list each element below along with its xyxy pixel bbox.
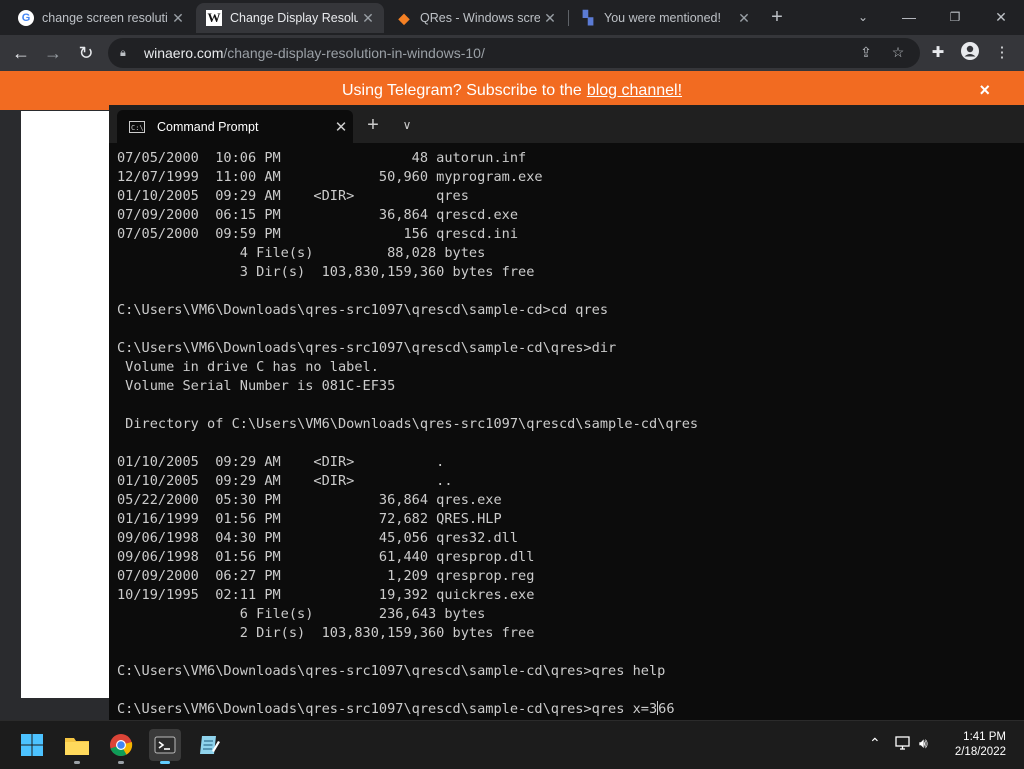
typed-command: C:\Users\VM6\Downloads\qres-src1097\qres… bbox=[117, 701, 658, 717]
chrome-icon[interactable] bbox=[105, 729, 137, 764]
close-tab-icon[interactable]: ✕ bbox=[734, 10, 754, 27]
terminal-line: 07/09/2000 06:15 PM 36,864 qrescd.exe bbox=[117, 207, 519, 223]
page-content bbox=[21, 111, 111, 698]
browser-tab-strip: G change screen resolution ✕ W Change Di… bbox=[0, 0, 1024, 35]
terminal-line: 07/09/2000 06:27 PM 1,209 qresprop.reg bbox=[117, 568, 535, 584]
browser-tab-mention[interactable]: ▚ You were mentioned! ✕ bbox=[570, 3, 760, 33]
browser-tab-google[interactable]: G change screen resolution ✕ bbox=[8, 3, 194, 33]
typed-command-tail: 66 bbox=[658, 701, 675, 717]
google-favicon-icon: G bbox=[18, 10, 34, 26]
terminal-tab[interactable]: C:\ Command Prompt ✕ bbox=[117, 110, 353, 143]
running-indicator bbox=[74, 761, 80, 764]
blog-channel-link[interactable]: blog channel! bbox=[587, 82, 682, 100]
network-icon[interactable] bbox=[895, 735, 913, 754]
menu-icon[interactable]: ⋮ bbox=[990, 41, 1014, 65]
terminal-line: 01/10/2005 09:29 AM <DIR> . bbox=[117, 454, 445, 470]
lock-icon[interactable]: 🔒︎ bbox=[120, 47, 134, 60]
tab-search-chevron-icon[interactable]: ⌄ bbox=[840, 4, 886, 30]
browser-tab-qres[interactable]: ◆ QRes - Windows screen ✕ bbox=[386, 3, 566, 33]
terminal-line: 12/07/1999 11:00 AM 50,960 myprogram.exe bbox=[117, 169, 543, 185]
restore-icon[interactable]: ❐ bbox=[932, 4, 978, 30]
terminal-line: Directory of C:\Users\VM6\Downloads\qres… bbox=[117, 416, 699, 432]
chevron-up-icon[interactable]: ⌃ bbox=[869, 735, 881, 752]
terminal-line: Volume Serial Number is 081C-EF35 bbox=[117, 378, 396, 394]
star-icon[interactable]: ☆ bbox=[887, 41, 909, 63]
winaero-favicon-icon: W bbox=[206, 10, 222, 26]
reload-icon[interactable]: ↻ bbox=[74, 41, 98, 65]
terminal-line: 01/16/1999 01:56 PM 72,682 QRES.HLP bbox=[117, 511, 502, 527]
tab-title: You were mentioned! bbox=[604, 11, 721, 25]
terminal-line: 07/05/2000 10:06 PM 48 autorun.inf bbox=[117, 150, 527, 166]
extensions-icon[interactable]: ✚ bbox=[926, 41, 950, 65]
terminal-line: C:\Users\VM6\Downloads\qres-src1097\qres… bbox=[117, 340, 617, 356]
forward-icon[interactable]: → bbox=[41, 41, 65, 65]
terminal-line: 05/22/2000 05:30 PM 36,864 qres.exe bbox=[117, 492, 502, 508]
browser-toolbar: ← → ↻ 🔒︎ winaero.com/change-display-reso… bbox=[0, 35, 1024, 71]
mention-favicon-icon: ▚ bbox=[583, 10, 593, 25]
url-host: winaero.com bbox=[144, 45, 224, 61]
terminal-line: 01/10/2005 09:29 AM <DIR> qres bbox=[117, 188, 469, 204]
start-icon[interactable] bbox=[16, 729, 48, 761]
new-terminal-tab-icon[interactable]: + bbox=[361, 113, 385, 137]
clock-date: 2/18/2022 bbox=[954, 746, 1006, 758]
profile-icon[interactable] bbox=[958, 41, 982, 65]
file-explorer-icon[interactable] bbox=[61, 729, 93, 764]
terminal-line: 07/05/2000 09:59 PM 156 qrescd.ini bbox=[117, 226, 519, 242]
close-tab-icon[interactable]: ✕ bbox=[540, 10, 560, 27]
terminal-tab-title: Command Prompt bbox=[157, 119, 259, 134]
system-clock[interactable]: 1:41 PM 2/18/2022 bbox=[926, 730, 1006, 760]
terminal-line: 09/06/1998 01:56 PM 61,440 qresprop.dll bbox=[117, 549, 535, 565]
terminal-line: 4 File(s) 88,028 bytes bbox=[117, 245, 486, 261]
notepad-icon[interactable] bbox=[193, 729, 225, 761]
stackexchange-favicon-icon: ◆ bbox=[398, 9, 410, 26]
banner-text: Using Telegram? Subscribe to the bbox=[341, 81, 582, 99]
terminal-line: 6 File(s) 236,643 bytes bbox=[117, 606, 486, 622]
tab-separator bbox=[568, 10, 569, 26]
terminal-line: 2 Dir(s) 103,830,159,360 bytes free bbox=[117, 625, 535, 641]
close-window-icon[interactable]: ✕ bbox=[978, 4, 1024, 30]
terminal-line: C:\Users\VM6\Downloads\qres-src1097\qres… bbox=[117, 663, 666, 679]
tab-title: QRes - Windows screen bbox=[420, 11, 540, 25]
terminal-line: 3 Dir(s) 103,830,159,360 bytes free bbox=[117, 264, 535, 280]
new-tab-button[interactable]: + bbox=[765, 5, 789, 29]
terminal-line: 09/06/1998 04:30 PM 45,056 qres32.dll bbox=[117, 530, 519, 546]
taskbar: ⌃ 🔊︎ 1:41 PM 2/18/2022 bbox=[0, 720, 1024, 769]
banner-close-icon[interactable]: × bbox=[979, 80, 990, 101]
close-tab-icon[interactable]: ✕ bbox=[168, 10, 188, 27]
tab-title: change screen resolution bbox=[42, 11, 168, 25]
terminal-line: 10/19/1995 02:11 PM 19,392 quickres.exe bbox=[117, 587, 535, 603]
terminal-line: Volume in drive C has no label. bbox=[117, 359, 379, 375]
running-indicator bbox=[118, 761, 124, 764]
close-terminal-tab-icon[interactable]: ✕ bbox=[329, 118, 353, 136]
share-icon[interactable]: ⇪ bbox=[855, 41, 877, 63]
close-tab-icon[interactable]: ✕ bbox=[358, 10, 378, 27]
chevron-down-icon[interactable]: ∨ bbox=[395, 113, 419, 137]
clock-time: 1:41 PM bbox=[963, 731, 1006, 743]
tab-title: Change Display Resolution bbox=[230, 11, 358, 25]
terminal-icon[interactable] bbox=[149, 729, 181, 764]
terminal-input-line[interactable]: C:\Users\VM6\Downloads\qres-src1097\qres… bbox=[117, 700, 1017, 719]
address-bar[interactable]: 🔒︎ winaero.com/change-display-resolution… bbox=[108, 38, 920, 68]
browser-tab-winaero[interactable]: W Change Display Resolution ✕ bbox=[196, 3, 384, 33]
terminal-titlebar[interactable]: C:\ Command Prompt ✕ + ∨ bbox=[109, 105, 1024, 143]
terminal-window[interactable]: C:\ Command Prompt ✕ + ∨ 07/05/2000 10:0… bbox=[109, 105, 1024, 720]
terminal-line: C:\Users\VM6\Downloads\qres-src1097\qres… bbox=[117, 302, 609, 318]
url-path: /change-display-resolution-in-windows-10… bbox=[223, 45, 485, 61]
running-indicator bbox=[160, 761, 170, 764]
minimize-icon[interactable]: — bbox=[886, 4, 932, 30]
terminal-output[interactable]: 07/05/2000 10:06 PM 48 autorun.inf 12/07/… bbox=[117, 149, 1017, 721]
command-prompt-icon: C:\ bbox=[129, 120, 145, 133]
back-icon[interactable]: ← bbox=[9, 41, 33, 65]
terminal-line: 01/10/2005 09:29 AM <DIR> .. bbox=[117, 473, 453, 489]
